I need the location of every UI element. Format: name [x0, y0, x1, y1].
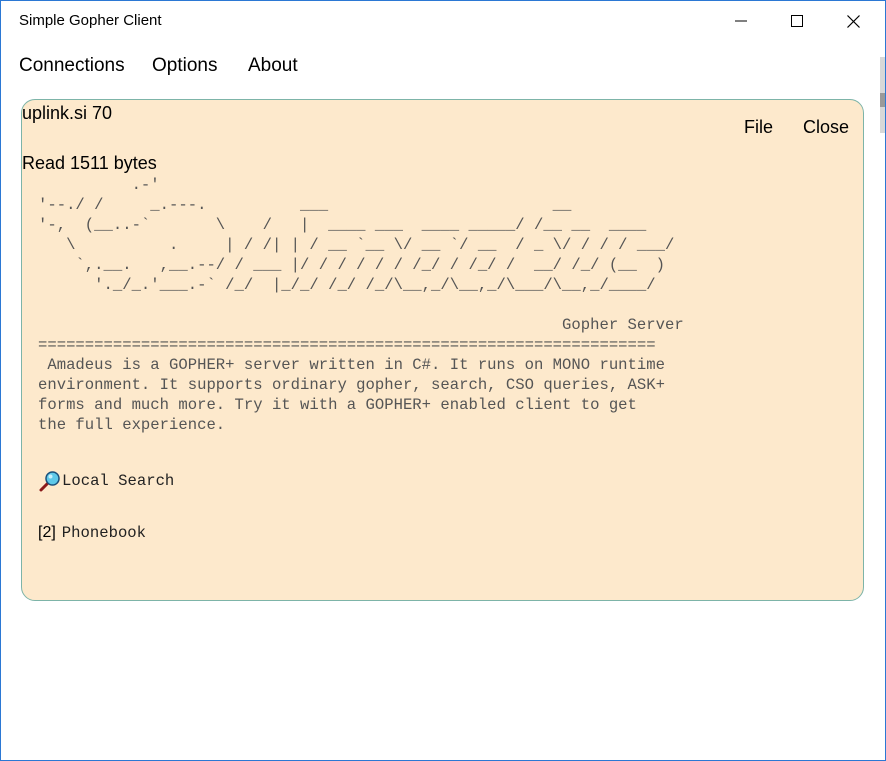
- title-bar: Simple Gopher Client: [1, 1, 885, 41]
- host-label: uplink.si 70: [22, 103, 113, 123]
- minimize-icon: [735, 20, 747, 22]
- menu-about[interactable]: About: [248, 55, 298, 77]
- gopher-item-search[interactable]: Local Search: [38, 469, 174, 493]
- connection-panel: uplink.si 70 File Close Read 1511 bytes …: [21, 99, 864, 601]
- minimize-button[interactable]: [713, 1, 769, 41]
- menu-options[interactable]: Options: [152, 55, 217, 77]
- gopher-item-phonebook[interactable]: [2] Phonebook: [38, 524, 146, 542]
- app-window: Simple Gopher Client Connections Options…: [0, 0, 886, 761]
- status-text: Read 1511 bytes: [22, 153, 157, 173]
- maximize-button[interactable]: [769, 1, 825, 41]
- maximize-icon: [791, 15, 803, 27]
- menu-bar: Connections Options About: [1, 55, 885, 83]
- item-type-tag: [2]: [38, 524, 56, 541]
- close-icon: [846, 14, 860, 28]
- close-window-button[interactable]: [825, 1, 881, 41]
- close-connection-button[interactable]: Close: [803, 117, 849, 138]
- scrollbar[interactable]: [880, 57, 885, 133]
- gopher-item-label: Phonebook: [61, 524, 147, 542]
- file-button[interactable]: File: [744, 117, 773, 138]
- window-title: Simple Gopher Client: [19, 12, 162, 29]
- gopher-item-label: Local Search: [62, 472, 175, 490]
- server-banner-text: .-' '--./ / _.---. ___ __ '-, (__..-` \ …: [38, 176, 684, 434]
- menu-connections[interactable]: Connections: [19, 55, 125, 77]
- magnifier-icon: [39, 471, 60, 492]
